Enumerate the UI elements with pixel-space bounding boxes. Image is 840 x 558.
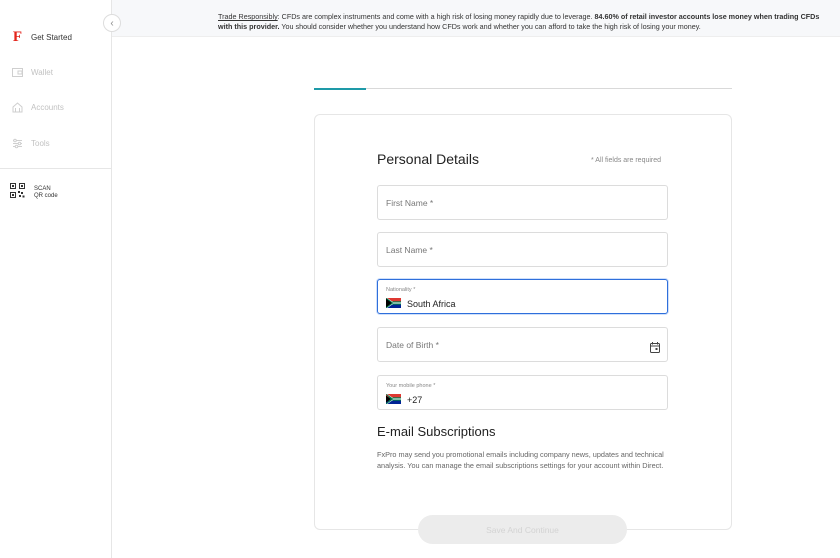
- last-name-field[interactable]: Last Name *: [377, 232, 668, 267]
- phone-country-code: +27: [407, 395, 423, 405]
- progress-fill: [314, 88, 366, 90]
- page-title: Personal Details: [377, 151, 479, 167]
- save-and-continue-button[interactable]: Save And Continue: [418, 515, 627, 544]
- sidebar-item-tools[interactable]: Tools: [12, 138, 50, 149]
- date-of-birth-placeholder: Date of Birth *: [386, 340, 439, 350]
- scan-label-line2: QR code: [34, 193, 58, 199]
- sidebar-item-get-started[interactable]: F Get Started: [12, 29, 72, 45]
- last-name-placeholder: Last Name *: [386, 245, 433, 255]
- sidebar-divider: [0, 168, 112, 169]
- south-africa-flag-icon: [386, 298, 401, 310]
- scan-qr-button[interactable]: SCAN QR code: [10, 183, 58, 203]
- sidebar-item-label: Get Started: [31, 33, 72, 42]
- progress-track: [314, 88, 732, 89]
- sidebar-item-wallet[interactable]: Wallet: [12, 67, 53, 78]
- banner-text-2: You should consider whether you understa…: [279, 22, 701, 31]
- accounts-icon: [12, 102, 23, 113]
- qr-code-icon: [10, 183, 25, 203]
- required-note: * All fields are required: [591, 157, 662, 164]
- nationality-label: Nationality *: [386, 287, 416, 293]
- calendar-icon[interactable]: [650, 340, 660, 358]
- south-africa-flag-icon[interactable]: [386, 394, 401, 406]
- nationality-field[interactable]: Nationality * South Africa: [377, 279, 668, 314]
- first-name-field[interactable]: First Name *: [377, 185, 668, 220]
- first-name-placeholder: First Name *: [386, 198, 434, 208]
- sidebar-item-label: Wallet: [31, 68, 53, 77]
- chevron-left-icon: ‹: [110, 17, 114, 29]
- email-subscriptions-title: E-mail Subscriptions: [377, 424, 496, 439]
- scan-qr-label: SCAN QR code: [34, 186, 58, 200]
- sidebar: F Get Started Wallet Accounts Tools SCAN…: [0, 0, 112, 558]
- trade-responsibly-link[interactable]: Trade Responsibly: [218, 12, 278, 21]
- sidebar-item-label: Tools: [31, 139, 50, 148]
- date-of-birth-field[interactable]: Date of Birth *: [377, 327, 668, 362]
- sidebar-item-accounts[interactable]: Accounts: [12, 102, 64, 113]
- fxpro-logo-icon: F: [12, 29, 23, 45]
- email-subscriptions-description: FxPro may send you promotional emails in…: [377, 450, 664, 470]
- mobile-phone-label: Your mobile phone *: [386, 383, 436, 389]
- wallet-icon: [12, 67, 23, 78]
- risk-warning-banner: Trade Responsibly: CFDs are complex inst…: [112, 0, 840, 37]
- sidebar-item-label: Accounts: [31, 103, 64, 112]
- mobile-phone-field[interactable]: Your mobile phone * +27: [377, 375, 668, 410]
- nationality-value: South Africa: [407, 299, 456, 309]
- banner-text-1: : CFDs are complex instruments and come …: [277, 12, 595, 21]
- scan-label-line1: SCAN: [34, 186, 51, 192]
- sidebar-collapse-button[interactable]: ‹: [103, 14, 121, 32]
- tools-icon: [12, 138, 23, 149]
